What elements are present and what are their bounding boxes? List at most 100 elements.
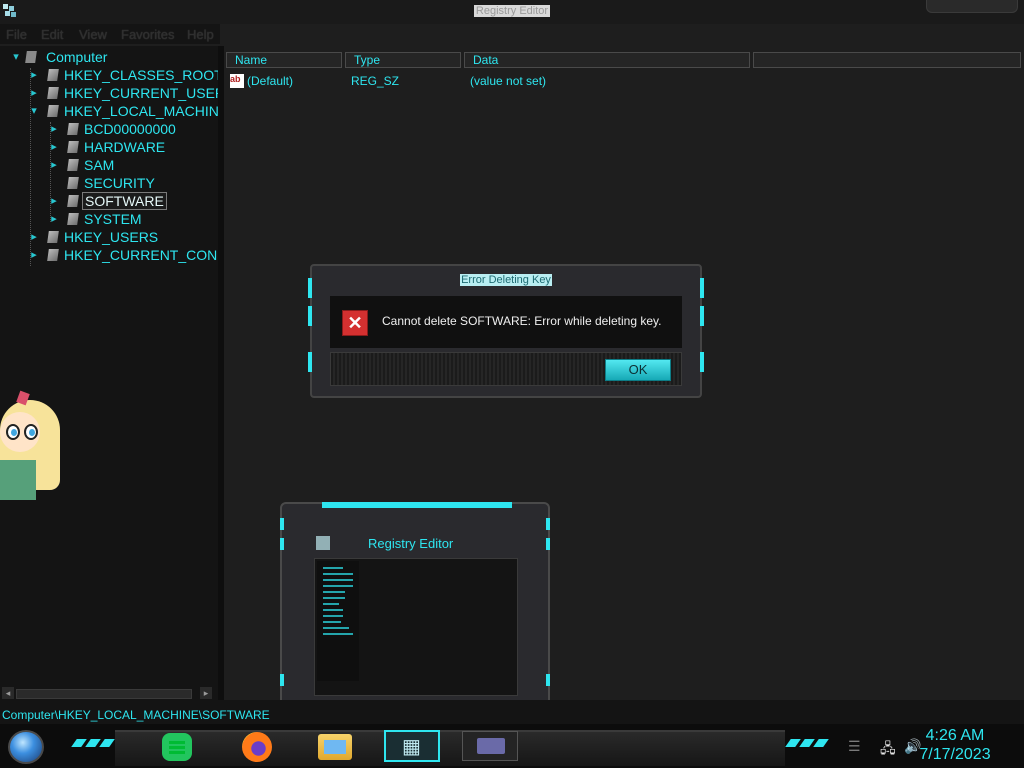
- folder-icon: [67, 123, 79, 135]
- column-header-blank[interactable]: [753, 52, 1021, 68]
- window-controls[interactable]: [926, 0, 1018, 13]
- tree-item-label: HKEY_CURRENT_USER: [64, 85, 226, 101]
- menu-file[interactable]: File: [6, 27, 27, 42]
- thumbnail-line: [323, 579, 353, 581]
- taskbar-clock[interactable]: 4:26 AM 7/17/2023: [910, 726, 1000, 764]
- value-name[interactable]: (Default): [247, 74, 293, 88]
- tree-item-sam[interactable]: ▸ SAM: [51, 157, 116, 175]
- thumbnail-line: [323, 615, 343, 617]
- column-header-type[interactable]: Type: [345, 52, 461, 68]
- expand-arrow-icon[interactable]: ▸: [28, 231, 40, 243]
- scroll-right-icon[interactable]: ▸: [200, 687, 212, 699]
- tree-guide: [50, 122, 51, 222]
- firefox-icon[interactable]: [242, 732, 272, 762]
- frame-accent: [700, 352, 704, 372]
- tree-item-hklm[interactable]: ▾ HKEY_LOCAL_MACHINE: [31, 103, 230, 121]
- character-eye: [24, 424, 38, 440]
- tree-item-label: HARDWARE: [84, 139, 166, 155]
- thumbnail-tree: [317, 561, 359, 681]
- string-value-icon: ab: [230, 74, 244, 88]
- tree-item-hku[interactable]: ▸ HKEY_USERS: [31, 229, 160, 247]
- scroll-left-icon[interactable]: ◂: [2, 687, 14, 699]
- thumbnail-title: Registry Editor: [368, 536, 454, 551]
- expand-arrow-icon[interactable]: ▾: [10, 51, 22, 63]
- taskbar: ☰ 🖧 🔊 4:26 AM 7/17/2023: [0, 724, 1024, 768]
- expand-arrow-icon[interactable]: ▸: [28, 249, 40, 261]
- expand-arrow-icon[interactable]: ▸: [48, 123, 60, 135]
- error-message: Cannot delete SOFTWARE: Error while dele…: [382, 314, 662, 328]
- tree-item-label: SAM: [84, 157, 115, 173]
- status-bar: Computer\HKEY_LOCAL_MACHINE\SOFTWARE: [0, 700, 1024, 724]
- notes-icon[interactable]: [162, 733, 192, 761]
- thumbnail-line: [323, 591, 345, 593]
- expand-arrow-icon[interactable]: ▸: [48, 159, 60, 171]
- thumbnail-line: [323, 609, 343, 611]
- tree-item-hkcr[interactable]: ▸ HKEY_CLASSES_ROOT: [31, 67, 225, 85]
- computer-icon: [25, 51, 37, 63]
- tree-horizontal-scrollbar[interactable]: ◂ ▸: [0, 686, 218, 700]
- title-bar: Registry Editor: [0, 0, 1024, 24]
- menu-view[interactable]: View: [79, 27, 107, 42]
- character-dress: [0, 460, 36, 500]
- tree-item-software[interactable]: ▸ SOFTWARE: [51, 192, 167, 211]
- network-icon[interactable]: 🖧: [880, 738, 896, 762]
- frame-accent: [308, 306, 312, 326]
- folder-icon: [47, 69, 59, 81]
- folder-icon: [67, 195, 79, 207]
- thumbnail-line: [323, 603, 339, 605]
- tree-item-label: SECURITY: [84, 175, 155, 191]
- tree-item-label: HKEY_CURRENT_CONFI: [64, 247, 230, 263]
- ok-button[interactable]: OK: [605, 359, 671, 381]
- tree-item-hardware[interactable]: ▸ HARDWARE: [51, 139, 167, 157]
- scroll-thumb[interactable]: [16, 689, 192, 699]
- menu-help[interactable]: Help: [187, 27, 214, 42]
- expand-arrow-icon[interactable]: ▸: [28, 69, 40, 81]
- tree-item-label: Computer: [46, 49, 108, 65]
- tray-overflow-icon[interactable]: ☰: [848, 738, 861, 755]
- registry-editor-taskbar-button[interactable]: [384, 730, 440, 762]
- key-tree[interactable]: ▾ Computer ▸ HKEY_CLASSES_ROOT ▸ HKEY_CU…: [0, 46, 230, 686]
- frame-accent: [280, 518, 284, 530]
- registry-editor-icon: [316, 536, 330, 550]
- thumbnail-line: [323, 567, 343, 569]
- menu-bar: File Edit View Favorites Help: [0, 24, 220, 44]
- tree-item-computer[interactable]: ▾ Computer: [13, 49, 109, 67]
- tree-item-system[interactable]: ▸ SYSTEM: [51, 211, 144, 229]
- accent-dash: [99, 739, 115, 747]
- tree-item-security[interactable]: SECURITY: [67, 175, 157, 193]
- column-header-data[interactable]: Data: [464, 52, 750, 68]
- tree-item-label: BCD00000000: [84, 121, 176, 137]
- expand-arrow-icon[interactable]: ▸: [48, 213, 60, 225]
- frame-accent: [280, 674, 284, 686]
- thumbnail-line: [323, 621, 341, 623]
- tree-item-label: HKEY_LOCAL_MACHINE: [64, 103, 229, 119]
- dialog-title: Error Deleting Key: [460, 274, 552, 286]
- tree-item-hkcc[interactable]: ▸ HKEY_CURRENT_CONFI: [31, 247, 232, 265]
- thumbnail-image: [314, 558, 518, 696]
- collapse-arrow-icon[interactable]: ▾: [28, 105, 40, 117]
- menu-favorites[interactable]: Favorites: [121, 27, 174, 42]
- file-explorer-icon[interactable]: [318, 734, 352, 760]
- start-button[interactable]: [8, 730, 44, 764]
- frame-accent: [546, 538, 550, 550]
- column-header-name[interactable]: Name: [226, 52, 342, 68]
- frame-accent: [700, 278, 704, 298]
- expand-arrow-icon[interactable]: ▸: [48, 195, 60, 207]
- tree-item-hkcu[interactable]: ▸ HKEY_CURRENT_USER: [31, 85, 227, 103]
- thumbnail-line: [323, 585, 353, 587]
- card-icon[interactable]: [462, 731, 518, 761]
- frame-accent: [280, 538, 284, 550]
- menu-edit[interactable]: Edit: [41, 27, 63, 42]
- character-sticker-image: [0, 390, 62, 512]
- folder-icon: [47, 105, 59, 117]
- thumbnail-line: [323, 627, 349, 629]
- taskbar-thumbnail-preview[interactable]: Registry Editor: [280, 502, 550, 718]
- expand-arrow-icon[interactable]: ▸: [48, 141, 60, 153]
- frame-accent: [546, 674, 550, 686]
- taskbar-rail: [115, 730, 785, 766]
- tree-item-bcd[interactable]: ▸ BCD00000000: [51, 121, 178, 139]
- dialog-button-bar: OK: [330, 352, 682, 386]
- thumbnail-line: [323, 573, 353, 575]
- window-title: Registry Editor: [473, 5, 551, 17]
- expand-arrow-icon[interactable]: ▸: [28, 87, 40, 99]
